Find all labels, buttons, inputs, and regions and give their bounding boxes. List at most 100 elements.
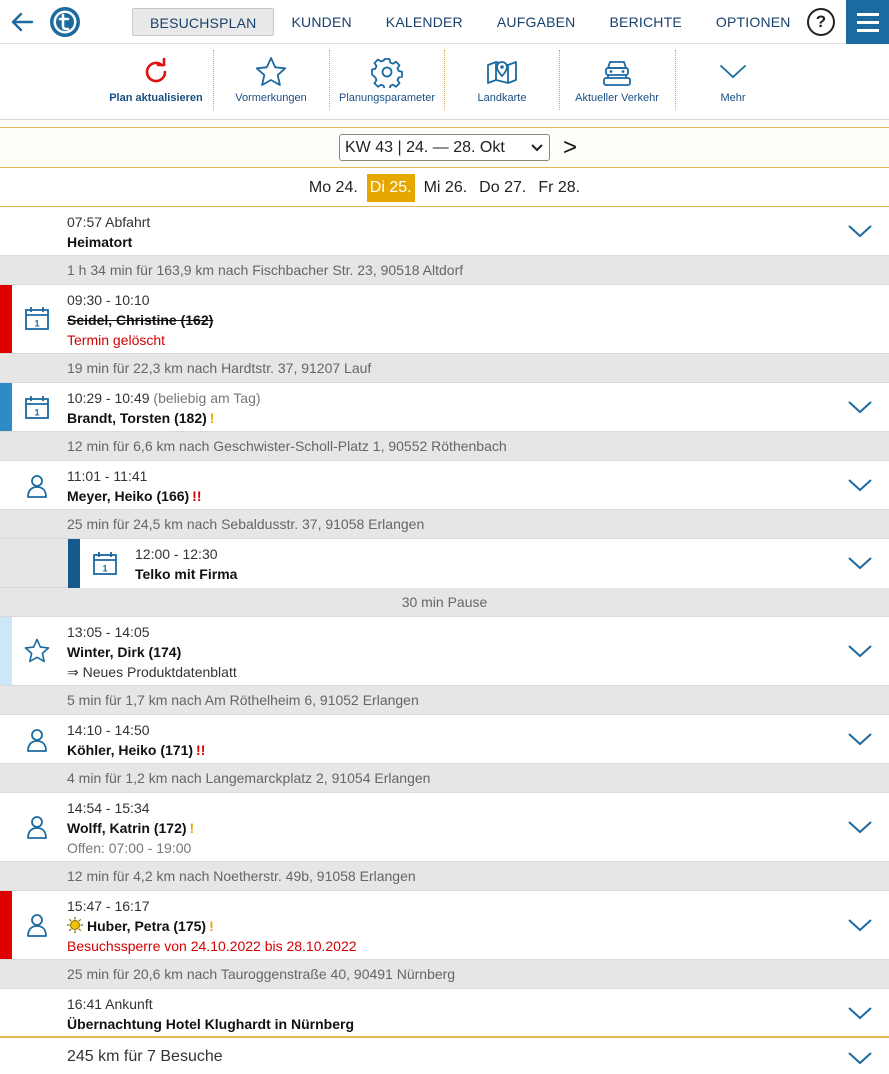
- visit-name-line: Wolff, Katrin (172)!: [67, 818, 194, 838]
- toolbar: Plan aktualisieren Vormerkungen Planungs…: [0, 44, 889, 120]
- visit-row-brandt[interactable]: 1 10:29 - 10:49 (beliebig am Tag) Brandt…: [0, 383, 889, 432]
- expand-chevron-icon[interactable]: [847, 917, 873, 933]
- status-bar: [0, 617, 12, 685]
- expand-chevron-icon[interactable]: [847, 819, 873, 835]
- expand-chevron-icon[interactable]: [847, 643, 873, 659]
- appointment-card: 1 12:00 - 12:30 Telko mit Firma: [68, 539, 889, 588]
- end-row[interactable]: 16:41 Ankunft Übernachtung Hotel Klughar…: [0, 989, 889, 1038]
- visit-text: 10:29 - 10:49 (beliebig am Tag) Brandt, …: [67, 388, 261, 428]
- person-icon: [27, 475, 47, 498]
- tab-berichte[interactable]: BERICHTE: [593, 8, 699, 36]
- visit-name: Wolff, Katrin (172): [67, 820, 187, 836]
- visit-name: Brandt, Torsten (182): [67, 410, 207, 426]
- visit-name-line: Köhler, Heiko (171)!!: [67, 740, 205, 760]
- back-arrow-icon[interactable]: [8, 8, 36, 36]
- tab-besuchsplan[interactable]: BESUCHSPLAN: [132, 8, 275, 36]
- tab-optionen[interactable]: OPTIONEN: [699, 8, 808, 36]
- expand-chevron-icon[interactable]: [847, 555, 873, 571]
- visit-text: 14:54 - 15:34 Wolff, Katrin (172)! Offen…: [67, 798, 194, 858]
- expand-chevron-icon[interactable]: [847, 731, 873, 747]
- tab-kalender[interactable]: KALENDER: [369, 8, 480, 36]
- visit-row-winter[interactable]: 13:05 - 14:05 Winter, Dirk (174) ⇒ Neues…: [0, 617, 889, 686]
- traffic-button[interactable]: Aktueller Verkehr: [560, 50, 674, 112]
- expand-chevron-icon[interactable]: [847, 1005, 873, 1021]
- visit-time-line: 10:29 - 10:49 (beliebig am Tag): [67, 388, 261, 408]
- chevron-down-icon: [720, 65, 746, 79]
- expand-chevron-icon[interactable]: [847, 223, 873, 239]
- expand-chevron-icon[interactable]: [847, 1050, 873, 1066]
- person-icon: [27, 914, 47, 937]
- tab-kunden[interactable]: KUNDEN: [274, 8, 368, 36]
- visit-text: 09:30 - 10:10 Seidel, Christine (162) Te…: [67, 290, 213, 350]
- day-tab-fr[interactable]: Fr 28.: [535, 174, 583, 202]
- visit-note: Besuchssperre von 24.10.2022 bis 28.10.2…: [67, 938, 357, 954]
- svg-text:1: 1: [34, 319, 39, 329]
- hamburger-menu-button[interactable]: [846, 0, 889, 44]
- main-tabs: BESUCHSPLAN KUNDEN KALENDER AUFGABEN BER…: [132, 8, 808, 36]
- appointment-row-telko[interactable]: 1 12:00 - 12:30 Telko mit Firma: [0, 539, 889, 588]
- visit-time: 11:01 - 11:41: [67, 468, 148, 484]
- visit-row-seidel[interactable]: 1 09:30 - 10:10 Seidel, Christine (162) …: [0, 285, 889, 354]
- expand-chevron-icon[interactable]: [847, 399, 873, 415]
- drive-segment: 25 min für 24,5 km nach Sebaldusstr. 37,…: [0, 510, 889, 539]
- start-row[interactable]: 07:57 Abfahrt Heimatort: [0, 207, 889, 256]
- day-tab-do[interactable]: Do 27.: [476, 174, 529, 202]
- expand-chevron-icon[interactable]: [847, 477, 873, 493]
- visit-name: Seidel, Christine (162): [67, 312, 214, 328]
- next-week-button[interactable]: >: [563, 134, 577, 162]
- bookmarks-button[interactable]: Vormerkungen: [214, 50, 328, 112]
- visit-note: ⇒ Neues Produktdatenblatt: [67, 664, 237, 680]
- status-bar: [0, 891, 12, 959]
- traffic-label: Aktueller Verkehr: [575, 92, 659, 104]
- summary-row[interactable]: 245 km für 7 Besuche: [0, 1036, 889, 1074]
- summary-text: 245 km für 7 Besuche: [67, 1048, 223, 1065]
- star-icon: [255, 57, 287, 86]
- help-button[interactable]: ?: [807, 8, 835, 36]
- drive-segment: 4 min für 1,2 km nach Langemarckplatz 2,…: [0, 764, 889, 793]
- visit-row-meyer[interactable]: 11:01 - 11:41 Meyer, Heiko (166)!!: [0, 461, 889, 510]
- priority-flag: !: [209, 918, 214, 934]
- more-button[interactable]: Mehr: [676, 50, 790, 112]
- visit-time: 14:54 - 15:34: [67, 800, 150, 816]
- visit-name-line: Brandt, Torsten (182)!: [67, 408, 261, 428]
- end-name: Übernachtung Hotel Klughardt in Nürnberg: [67, 1016, 354, 1032]
- week-bar: KW 43 | 24. — 28. Okt >: [0, 127, 889, 168]
- start-name: Heimatort: [67, 234, 133, 250]
- visit-name: Huber, Petra (175): [87, 918, 207, 934]
- priority-flag: !: [209, 410, 215, 426]
- priority-flag: !: [189, 820, 195, 836]
- route-list: 07:57 Abfahrt Heimatort 1 h 34 min für 1…: [0, 207, 889, 1038]
- refresh-plan-button[interactable]: Plan aktualisieren: [99, 50, 213, 112]
- visit-row-wolff[interactable]: 14:54 - 15:34 Wolff, Katrin (172)! Offen…: [0, 793, 889, 862]
- drive-segment: 1 h 34 min für 163,9 km nach Fischbacher…: [0, 256, 889, 285]
- start-text: 07:57 Abfahrt Heimatort: [67, 212, 150, 252]
- visit-name: Winter, Dirk (174): [67, 644, 182, 660]
- visit-time: 14:10 - 14:50: [67, 722, 150, 738]
- visit-name-line: Meyer, Heiko (166)!!: [67, 486, 202, 506]
- map-button[interactable]: Landkarte: [445, 50, 559, 112]
- dropdown-chevron-icon: [531, 144, 543, 152]
- day-tab-mo[interactable]: Mo 24.: [306, 174, 361, 202]
- visit-text: 15:47 - 16:17 Huber, Petra (175)! Besuch…: [67, 896, 357, 956]
- priority-flag: !!: [192, 488, 202, 504]
- top-nav: BESUCHSPLAN KUNDEN KALENDER AUFGABEN BER…: [0, 0, 889, 44]
- status-bar: [0, 383, 12, 431]
- end-text: 16:41 Ankunft Übernachtung Hotel Klughar…: [67, 994, 354, 1034]
- visit-text: 14:10 - 14:50 Köhler, Heiko (171)!!: [67, 720, 205, 760]
- star-icon: [24, 638, 50, 663]
- map-icon: [487, 61, 517, 84]
- day-tab-di[interactable]: Di 25.: [366, 174, 415, 202]
- svg-text:1: 1: [34, 408, 39, 418]
- day-tab-mi[interactable]: Mi 26.: [421, 174, 471, 202]
- planning-parameters-button[interactable]: Planungsparameter: [330, 50, 444, 112]
- visit-time: 15:47 - 16:17: [67, 898, 150, 914]
- svg-text:1: 1: [102, 564, 107, 574]
- start-time: 07:57 Abfahrt: [67, 214, 151, 230]
- visit-row-koehler[interactable]: 14:10 - 14:50 Köhler, Heiko (171)!!: [0, 715, 889, 764]
- person-icon: [27, 816, 47, 839]
- visit-row-huber[interactable]: 15:47 - 16:17 Huber, Petra (175)! Besuch…: [0, 891, 889, 960]
- tab-aufgaben[interactable]: AUFGABEN: [480, 8, 593, 36]
- week-select[interactable]: KW 43 | 24. — 28. Okt: [339, 134, 550, 161]
- visit-note: Termin gelöscht: [67, 332, 166, 348]
- planning-parameters-label: Planungsparameter: [338, 92, 435, 104]
